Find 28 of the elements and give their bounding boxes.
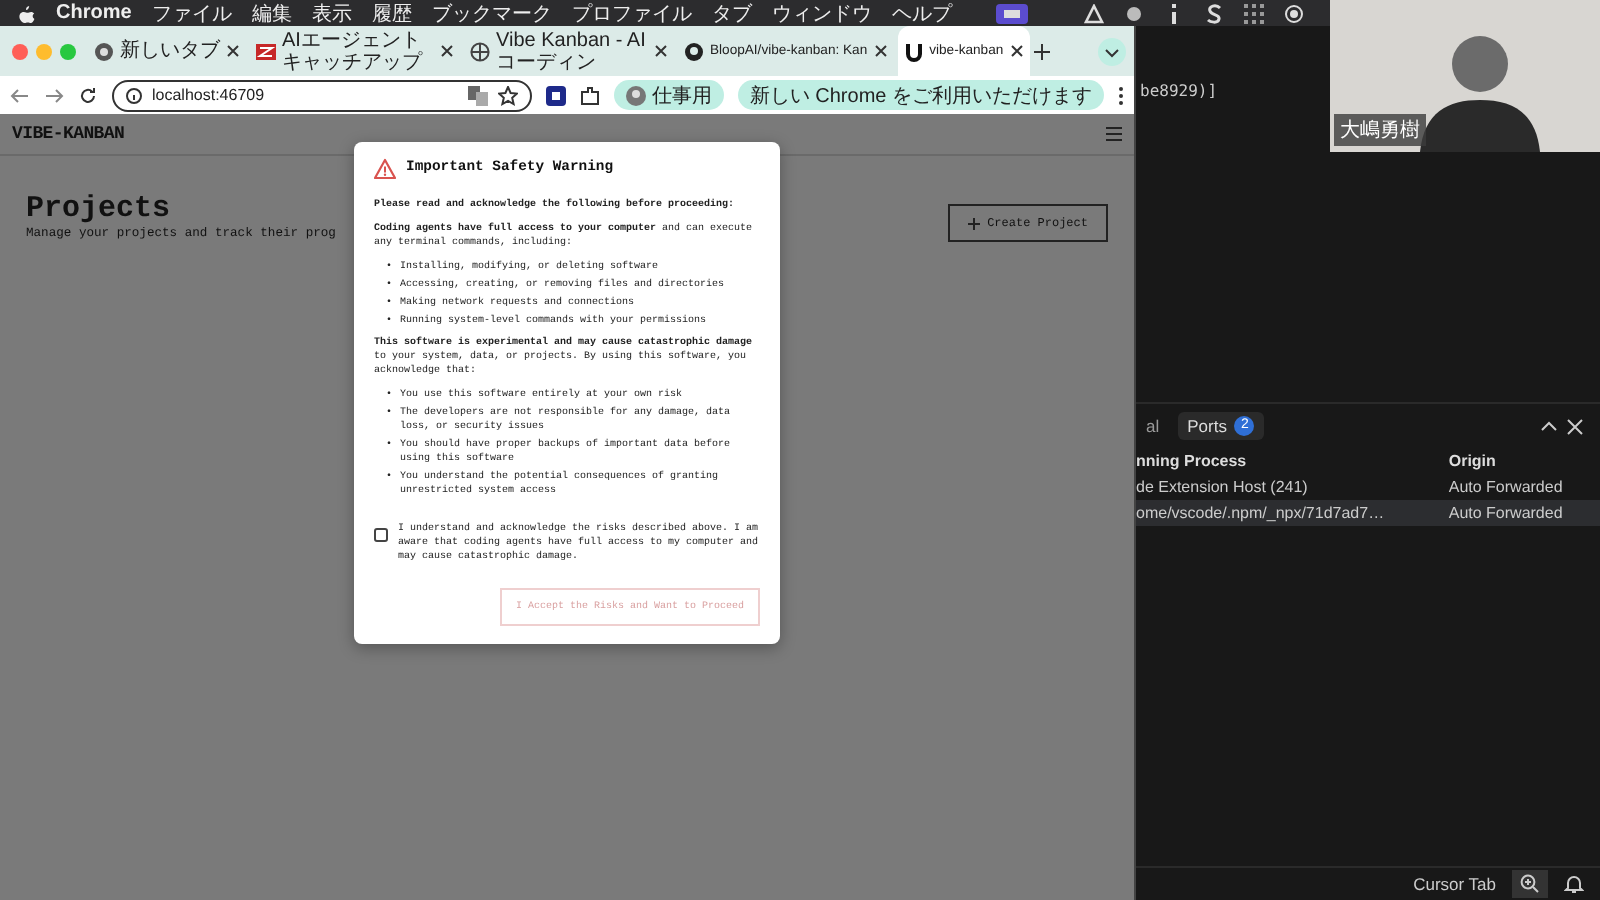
menu-item[interactable]: 編集 xyxy=(251,0,292,27)
menu-item[interactable]: ブックマーク xyxy=(431,0,552,27)
table-cell: Auto Forwarded xyxy=(1448,474,1600,500)
table-cell: de Extension Host (241) xyxy=(1136,474,1449,500)
menu-item[interactable]: 表示 xyxy=(311,0,352,27)
panel-tab[interactable]: al xyxy=(1136,412,1170,440)
name-label: 大嶋勇樹 xyxy=(1334,114,1426,146)
profile-button[interactable]: 仕事用 xyxy=(613,80,724,110)
menu-item[interactable]: ファイル xyxy=(151,0,232,27)
browser-tab[interactable]: AIエージェントキャッチアップ xyxy=(250,26,460,76)
status-item[interactable]: Cursor Tab xyxy=(1413,874,1496,894)
browser-tab[interactable]: 新しいタブ xyxy=(88,26,246,76)
menu-item[interactable]: ヘルプ xyxy=(891,0,952,27)
browser-tab[interactable]: Vibe Kanban - AIコーディン xyxy=(464,26,674,76)
app-logo: VIBE-KANBAN xyxy=(12,124,125,144)
page-title: Projects xyxy=(26,192,171,226)
column-header: nning Process xyxy=(1136,448,1449,474)
menu-item[interactable]: タブ xyxy=(711,0,752,27)
table-cell: ome/vscode/.npm/_npx/71d7ad7… xyxy=(1136,500,1449,526)
update-chrome-button[interactable]: 新しい Chrome をご利用いただけます xyxy=(737,80,1104,110)
menu-item[interactable]: プロファイル xyxy=(571,0,692,27)
menu-item[interactable]: ウィンドウ xyxy=(771,0,872,27)
table-cell: Auto Forwarded xyxy=(1448,500,1600,526)
code-text: be8929)] xyxy=(1140,82,1218,100)
app-menu[interactable]: Chrome xyxy=(56,2,132,24)
menu-item[interactable]: 履歴 xyxy=(371,0,412,27)
column-header: Origin xyxy=(1448,450,1498,474)
address-bar[interactable]: localhost:46709 xyxy=(112,79,532,111)
